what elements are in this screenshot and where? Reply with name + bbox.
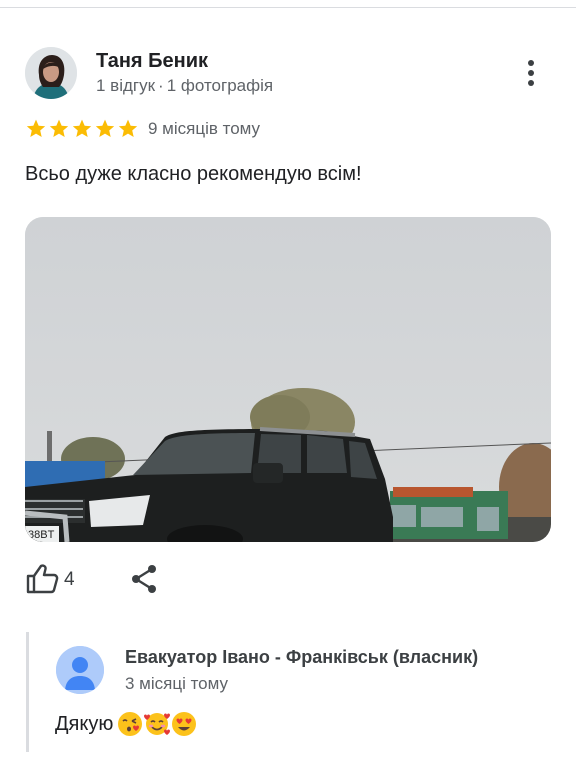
- thumb-up-icon[interactable]: [25, 563, 59, 595]
- owner-reply-time: 3 місяці тому: [125, 674, 229, 693]
- owner-reply-text: Дякую: [55, 711, 197, 737]
- rating-stars: [25, 118, 139, 140]
- review-photo[interactable]: 38BT: [25, 217, 551, 542]
- more-vertical-icon[interactable]: [518, 56, 544, 90]
- reviewer-avatar[interactable]: [25, 47, 77, 99]
- photos-count: 1 фотографія: [166, 76, 274, 95]
- owner-avatar[interactable]: [56, 646, 104, 694]
- smiling-face-with-heart-eyes-icon: [172, 712, 197, 736]
- license-plate: 38BT: [28, 529, 55, 541]
- reviewer-meta: 1 відгук · 1 фотографія: [96, 76, 273, 96]
- reviewer-name[interactable]: Таня Беник: [96, 50, 208, 73]
- owner-name[interactable]: Евакуатор Івано - Франківськ (власник): [125, 647, 478, 668]
- star-icon: [49, 119, 69, 137]
- star-icon: [118, 119, 138, 137]
- reply-divider: [26, 632, 29, 752]
- star-icon: [72, 119, 92, 137]
- smiling-face-with-hearts-icon: [144, 713, 171, 735]
- owner-reply-label: Дякую: [55, 712, 114, 735]
- like-count: 4: [64, 569, 75, 590]
- meta-separator: ·: [158, 76, 164, 95]
- reviews-count: 1 відгук: [96, 76, 156, 95]
- face-blowing-kiss-icon: [118, 712, 143, 736]
- review-text: Всьо дуже класно рекомендую всім!: [25, 163, 362, 185]
- share-icon[interactable]: [130, 564, 158, 594]
- top-divider: [0, 7, 576, 8]
- review-time: 9 місяців тому: [148, 119, 261, 138]
- star-icon: [95, 119, 115, 137]
- star-icon: [26, 119, 46, 137]
